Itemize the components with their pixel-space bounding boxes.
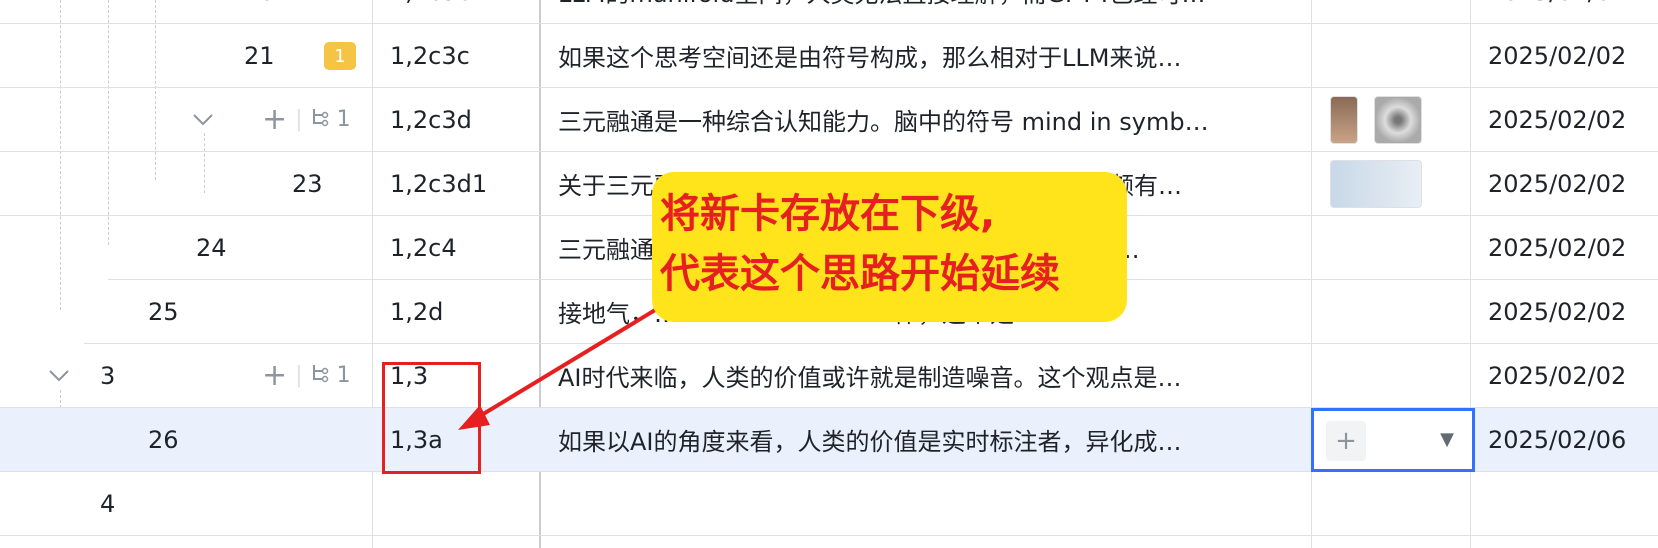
- id-cell[interactable]: 1,2c4: [374, 216, 550, 279]
- add-child-icon[interactable]: +: [262, 358, 287, 393]
- row-number: 3: [100, 361, 116, 390]
- child-count: 1: [336, 363, 351, 388]
- table-row[interactable]: + | 1 1,2c3d 三元融通是一种综合认知能力。脑中的符号 mind in…: [0, 88, 1658, 152]
- id-cell[interactable]: 1,2c3b: [374, 0, 550, 23]
- dropdown-caret-icon[interactable]: ▼: [1440, 429, 1454, 450]
- date-cell[interactable]: 2025/02/06: [1474, 408, 1658, 471]
- text-cell[interactable]: 如果以AI的角度来看，人类的价值是实时标注者，异化成…: [540, 408, 1288, 471]
- comment-count-badge[interactable]: 1: [324, 42, 356, 70]
- row-number: 23: [292, 169, 323, 198]
- date-cell[interactable]: 2025/02/02: [1474, 344, 1658, 407]
- row-tools: + | 1: [262, 358, 351, 393]
- text-cell[interactable]: AI时代来临，人类的价值或许就是制造噪音。这个观点是…: [540, 344, 1288, 407]
- row-number: 4: [100, 489, 116, 518]
- date-cell[interactable]: 2025/02/02: [1474, 88, 1658, 151]
- chevron-down-icon[interactable]: [48, 344, 70, 407]
- text-cell[interactable]: [540, 472, 1288, 535]
- id-cell[interactable]: 1,2c3c: [374, 24, 550, 87]
- add-child-icon[interactable]: +: [262, 102, 287, 137]
- callout-line: 代表这个思路开始延续: [660, 251, 1060, 297]
- add-attachment-button[interactable]: +: [1326, 421, 1366, 461]
- date-cell[interactable]: 2025/02/02: [1474, 152, 1658, 215]
- attachment-cell-editor[interactable]: + ▼: [1311, 408, 1475, 472]
- table-row[interactable]: 4: [0, 472, 1658, 536]
- annotation-callout: 将新卡存放在下级, 代表这个思路开始延续: [652, 172, 1127, 322]
- date-cell[interactable]: 2025/02/02: [1474, 216, 1658, 279]
- attachment-thumbnail[interactable]: [1374, 96, 1422, 144]
- text-cell[interactable]: 三元融通是一种综合认知能力。脑中的符号 mind in symb…: [540, 88, 1288, 151]
- subtask-icon[interactable]: [311, 363, 329, 389]
- date-cell[interactable]: [1474, 472, 1658, 535]
- id-cell[interactable]: 1,2c3d1: [374, 152, 550, 215]
- callout-line: 将新卡存放在下级,: [660, 191, 996, 237]
- attachment-thumbnail[interactable]: [1330, 160, 1422, 208]
- date-cell[interactable]: 2025/02/02: [1474, 0, 1658, 23]
- row-number: 20: [244, 0, 275, 23]
- table-row[interactable]: 21 1 1,2c3c 如果这个思考空间还是由符号构成，那么相对于LLM来说… …: [0, 24, 1658, 88]
- id-cell[interactable]: [374, 472, 550, 535]
- text-cell[interactable]: 如果这个思考空间还是由符号构成，那么相对于LLM来说…: [540, 24, 1288, 87]
- row-number: 21: [244, 41, 275, 70]
- annotation-highlight-box: [382, 362, 481, 474]
- attachment-thumbnail[interactable]: [1330, 96, 1358, 144]
- id-cell[interactable]: 1,2d: [374, 280, 550, 343]
- chevron-down-icon[interactable]: [192, 88, 214, 151]
- row-number: 25: [148, 297, 179, 326]
- table-row[interactable]: 20 1,2c3b LLM的manifold空间，人类无法直接理解，而GPT4已…: [0, 0, 1658, 24]
- row-number: 24: [196, 233, 227, 262]
- text-cell[interactable]: LLM的manifold空间，人类无法直接理解，而GPT4已经可…: [540, 0, 1288, 23]
- row-number: 26: [148, 425, 179, 454]
- table-row[interactable]: 3 + | 1 1,3 AI时代来临，人类的价值或许就是制造噪音。这个观点是… …: [0, 344, 1658, 408]
- subtask-icon[interactable]: [311, 107, 329, 133]
- row-tools: + | 1: [262, 102, 351, 137]
- date-cell[interactable]: 2025/02/02: [1474, 24, 1658, 87]
- table-row[interactable]: 26 1,3a 如果以AI的角度来看，人类的价值是实时标注者，异化成… + ▼ …: [0, 408, 1658, 472]
- add-icon: +: [1335, 426, 1357, 456]
- date-cell[interactable]: 2025/02/02: [1474, 280, 1658, 343]
- child-count: 1: [336, 107, 351, 132]
- id-cell[interactable]: 1,2c3d: [374, 88, 550, 151]
